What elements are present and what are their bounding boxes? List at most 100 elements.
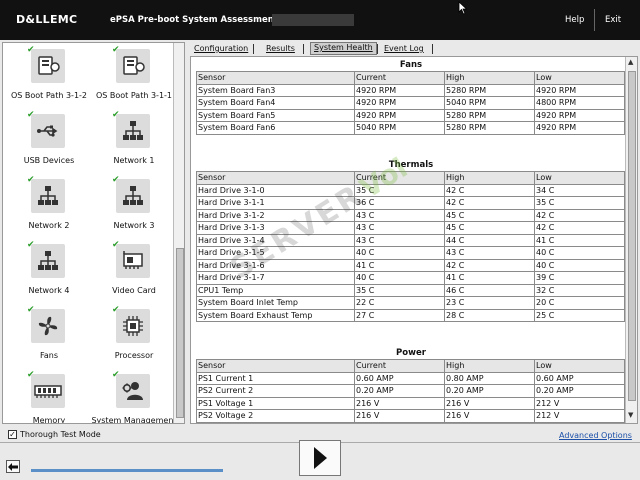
device-tile[interactable]: ✔ Processor xyxy=(88,305,180,370)
thorough-test-mode-checkbox[interactable]: ✓ xyxy=(8,430,17,439)
video-card-icon xyxy=(116,244,150,278)
checkmark-icon: ✔ xyxy=(112,305,120,315)
power-section-title: Power xyxy=(396,348,426,358)
table-header-row: Sensor Current High Low xyxy=(196,359,625,373)
disk-drive-icon xyxy=(116,49,150,83)
device-tile-label: Network 1 xyxy=(113,156,155,165)
disk-drive-icon xyxy=(31,49,65,83)
tab-system-health[interactable]: System Health xyxy=(310,42,377,55)
device-list-scroll-thumb[interactable] xyxy=(176,248,184,418)
scroll-up-arrow-icon[interactable]: ▲ xyxy=(628,58,633,66)
table-cell: 43 C xyxy=(444,246,535,260)
thermals-section-title: Thermals xyxy=(388,160,434,170)
tab-bar: Configuration Results System Health Even… xyxy=(190,42,638,56)
table-header-row: Sensor Current High Low xyxy=(196,171,625,185)
table-cell: 0.20 AMP xyxy=(354,384,445,398)
table-cell: 216 V xyxy=(354,409,445,423)
tab-divider xyxy=(253,44,254,54)
thorough-test-mode-label: Thorough Test Mode xyxy=(20,430,101,439)
device-tile-label: Network 2 xyxy=(28,221,70,230)
checkmark-icon: ✔ xyxy=(112,45,120,55)
device-tile[interactable]: ✔ USB Devices xyxy=(3,110,95,175)
help-button[interactable]: Help xyxy=(565,15,584,25)
fans-table: Sensor Current High Low System Board Fan3 492… xyxy=(196,71,625,135)
table-cell: 5040 RPM xyxy=(444,96,535,110)
device-tile[interactable]: ✔ Memory xyxy=(3,370,95,424)
table-row: System Board Exhaust Temp 27 C 28 C 25 C xyxy=(196,308,625,322)
device-tile-label: Video Card xyxy=(112,286,156,295)
back-button[interactable] xyxy=(6,460,20,473)
device-tile[interactable]: ✔ Network 4 xyxy=(3,240,95,305)
table-cell: 212 V xyxy=(534,396,625,410)
table-cell: 35 C xyxy=(354,183,445,197)
mouse-cursor-icon xyxy=(458,1,468,15)
thermals-table: Sensor Current High Low Hard Drive 3-1-0 35 C… xyxy=(196,171,625,322)
table-cell: CPU1 Temp xyxy=(196,283,355,297)
device-tile[interactable]: ✔ Network 2 xyxy=(3,175,95,240)
column-header-current: Current xyxy=(354,171,445,185)
table-row: Hard Drive 3-1-6 41 C 42 C 40 C xyxy=(196,258,625,272)
progress-bar xyxy=(31,469,223,472)
device-tile-label: Memory xyxy=(32,416,66,424)
system-health-scroll-thumb[interactable] xyxy=(628,71,636,401)
fans-section-title: Fans xyxy=(399,60,423,70)
table-row: PS2 Voltage 2 216 V 216 V 212 V xyxy=(196,409,625,423)
column-header-high: High xyxy=(444,359,535,373)
table-cell: Hard Drive 3-1-6 xyxy=(196,258,355,272)
exit-button[interactable]: Exit xyxy=(605,15,621,25)
checkmark-icon: ✔ xyxy=(27,370,35,380)
checkmark-icon: ✔ xyxy=(27,175,35,185)
device-tile-label: OS Boot Path 3-1-2 xyxy=(10,91,88,100)
device-tile[interactable]: ✔ System Management xyxy=(88,370,180,424)
device-tile-label: Fans xyxy=(39,351,58,360)
table-cell: 216 V xyxy=(444,409,535,423)
table-cell: 4920 RPM xyxy=(534,83,625,97)
table-cell: 5280 RPM xyxy=(444,108,535,122)
table-cell: 4920 RPM xyxy=(354,83,445,97)
device-tile-label: USB Devices xyxy=(23,156,75,165)
system-management-icon xyxy=(116,374,150,408)
table-cell: 40 C xyxy=(354,271,445,285)
device-list-scrollbar[interactable] xyxy=(173,43,184,423)
arrow-left-icon xyxy=(8,462,18,471)
device-tile[interactable]: ✔ Fans xyxy=(3,305,95,370)
scroll-down-arrow-icon[interactable]: ▼ xyxy=(628,411,633,419)
power-table: Sensor Current High Low PS1 Current 1 0.60 AM… xyxy=(196,359,625,423)
table-cell: System Board Fan4 xyxy=(196,96,355,110)
table-row: CPU1 Temp 35 C 46 C 32 C xyxy=(196,283,625,297)
table-row: Hard Drive 3-1-7 40 C 41 C 39 C xyxy=(196,271,625,285)
system-health-scrollbar[interactable]: ▲ ▼ xyxy=(625,57,637,423)
table-cell: PS1 Current 1 xyxy=(196,371,355,385)
tab-results[interactable]: Results xyxy=(266,44,295,53)
run-tests-button[interactable] xyxy=(299,440,341,476)
memory-icon xyxy=(31,374,65,408)
table-cell: 32 C xyxy=(534,283,625,297)
table-row: PS1 Current 1 0.60 AMP 0.80 AMP 0.60 AMP xyxy=(196,371,625,385)
device-tile[interactable]: ✔ Network 3 xyxy=(88,175,180,240)
tab-configuration[interactable]: Configuration xyxy=(194,44,248,53)
table-cell: PS2 Current 2 xyxy=(196,384,355,398)
tab-event-log[interactable]: Event Log xyxy=(384,44,424,53)
table-cell: Hard Drive 3-1-1 xyxy=(196,196,355,210)
table-cell: 0.20 AMP xyxy=(444,384,535,398)
thorough-test-mode-option[interactable]: ✓ Thorough Test Mode xyxy=(8,430,101,439)
device-tile[interactable]: ✔ OS Boot Path 3-1-2 xyxy=(3,45,95,110)
table-cell: 40 C xyxy=(534,246,625,260)
column-header-high: High xyxy=(444,171,535,185)
table-cell: 40 C xyxy=(534,258,625,272)
network-icon xyxy=(31,179,65,213)
dell-emc-logo: D&LLEMC xyxy=(16,13,78,26)
advanced-options-link[interactable]: Advanced Options xyxy=(559,431,632,440)
table-cell: 0.60 AMP xyxy=(354,371,445,385)
table-cell: 42 C xyxy=(444,183,535,197)
table-cell: 5280 RPM xyxy=(444,121,535,135)
table-row: Hard Drive 3-1-3 43 C 45 C 42 C xyxy=(196,221,625,235)
device-tile[interactable]: ✔ Network 1 xyxy=(88,110,180,175)
table-cell: System Board Fan3 xyxy=(196,83,355,97)
checkmark-icon: ✔ xyxy=(27,110,35,120)
table-row: Hard Drive 3-1-0 35 C 42 C 34 C xyxy=(196,183,625,197)
device-tile[interactable]: ✔ Video Card xyxy=(88,240,180,305)
device-tile-label: System Management xyxy=(91,416,177,424)
device-tile[interactable]: ✔ OS Boot Path 3-1-1 xyxy=(88,45,180,110)
table-cell: 0.20 AMP xyxy=(534,384,625,398)
